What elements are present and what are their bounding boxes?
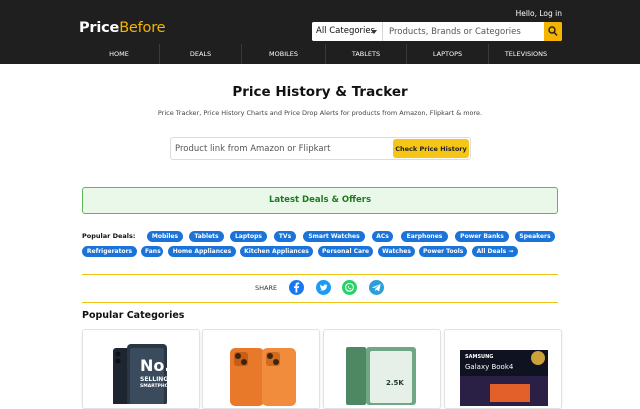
tag-personal-care[interactable]: Personal Care xyxy=(318,246,373,257)
tag-all-deals[interactable]: All Deals → xyxy=(472,246,518,257)
popular-deals-label: Popular Deals: xyxy=(82,232,136,240)
search-input[interactable] xyxy=(384,22,544,41)
tag-smart-watches[interactable]: Smart Watches xyxy=(303,231,365,242)
card-headline: Galaxy Book4 xyxy=(465,363,514,371)
tag-refrigerators[interactable]: Refrigerators xyxy=(82,246,137,257)
search-bar: All Categories xyxy=(312,22,562,41)
brand-label: SAMSUNG xyxy=(465,354,494,360)
tag-fans[interactable]: Fans xyxy=(141,246,163,257)
tag-kitchen-appliances[interactable]: Kitchen Appliances xyxy=(240,246,313,257)
logo-text-price: Price xyxy=(79,20,120,36)
tag-laptops[interactable]: Laptops xyxy=(230,231,267,242)
tag-acs[interactable]: ACs xyxy=(372,231,393,242)
latest-deals-banner[interactable]: Latest Deals & Offers xyxy=(82,187,558,214)
tag-tablets[interactable]: Tablets xyxy=(189,231,224,242)
chevron-down-icon xyxy=(371,30,377,34)
share-label: SHARE xyxy=(255,284,278,292)
tag-mobiles[interactable]: Mobiles xyxy=(147,231,183,242)
logo-text-before: Before xyxy=(119,20,166,36)
category-select-value: All Categories xyxy=(316,26,376,36)
card-subline-2: SMARTPHONE xyxy=(140,384,176,389)
card-headline: No.1 xyxy=(140,356,182,375)
popular-categories-title: Popular Categories xyxy=(82,310,185,321)
search-icon xyxy=(548,26,558,37)
tablet-image xyxy=(346,347,416,405)
phone-image xyxy=(230,348,296,406)
search-button[interactable] xyxy=(544,22,562,41)
tag-power-banks[interactable]: Power Banks xyxy=(455,231,509,242)
category-card-laptops[interactable]: SAMSUNG Galaxy Book4 xyxy=(444,329,562,409)
category-card-phones[interactable] xyxy=(202,329,320,409)
nav-home[interactable]: HOME xyxy=(79,44,159,64)
nav-televisions[interactable]: TELEVISIONS xyxy=(489,44,563,64)
nav-laptops[interactable]: LAPTOPS xyxy=(407,44,488,64)
site-header: PriceBefore Hello, Log in All Categories… xyxy=(0,0,640,64)
site-logo[interactable]: PriceBefore xyxy=(79,20,166,36)
page-subtitle: Price Tracker, Price History Charts and … xyxy=(157,109,483,117)
category-card-tablets[interactable]: 2.5K xyxy=(323,329,441,409)
nav-deals[interactable]: DEALS xyxy=(160,44,241,64)
product-link-input[interactable] xyxy=(175,140,385,158)
login-link[interactable]: Hello, Log in xyxy=(516,9,562,18)
tag-speakers[interactable]: Speakers xyxy=(515,231,555,242)
page-title: Price History & Tracker xyxy=(232,84,408,100)
nav-mobiles[interactable]: MOBILES xyxy=(242,44,325,64)
tag-earphones[interactable]: Earphones xyxy=(401,231,448,242)
category-select[interactable]: All Categories xyxy=(312,22,383,41)
telegram-icon[interactable] xyxy=(369,280,384,295)
whatsapp-icon[interactable] xyxy=(342,280,357,295)
product-link-form: Check Price History xyxy=(170,137,471,160)
tag-power-tools[interactable]: Power Tools xyxy=(419,246,467,257)
tag-home-appliances[interactable]: Home Appliances xyxy=(168,246,236,257)
check-price-history-button[interactable]: Check Price History xyxy=(393,139,469,158)
tag-watches[interactable]: Watches xyxy=(378,246,415,257)
divider xyxy=(82,302,558,303)
nav-tablets[interactable]: TABLETS xyxy=(326,44,406,64)
divider xyxy=(82,274,558,275)
tag-tvs[interactable]: TVs xyxy=(274,231,296,242)
category-card-mobiles[interactable]: No.1 SELLING SMARTPHONE xyxy=(82,329,200,409)
card-headline: 2.5K xyxy=(386,379,404,387)
twitter-icon[interactable] xyxy=(316,280,331,295)
card-subline: SELLING xyxy=(140,376,169,383)
facebook-icon[interactable] xyxy=(289,280,304,295)
